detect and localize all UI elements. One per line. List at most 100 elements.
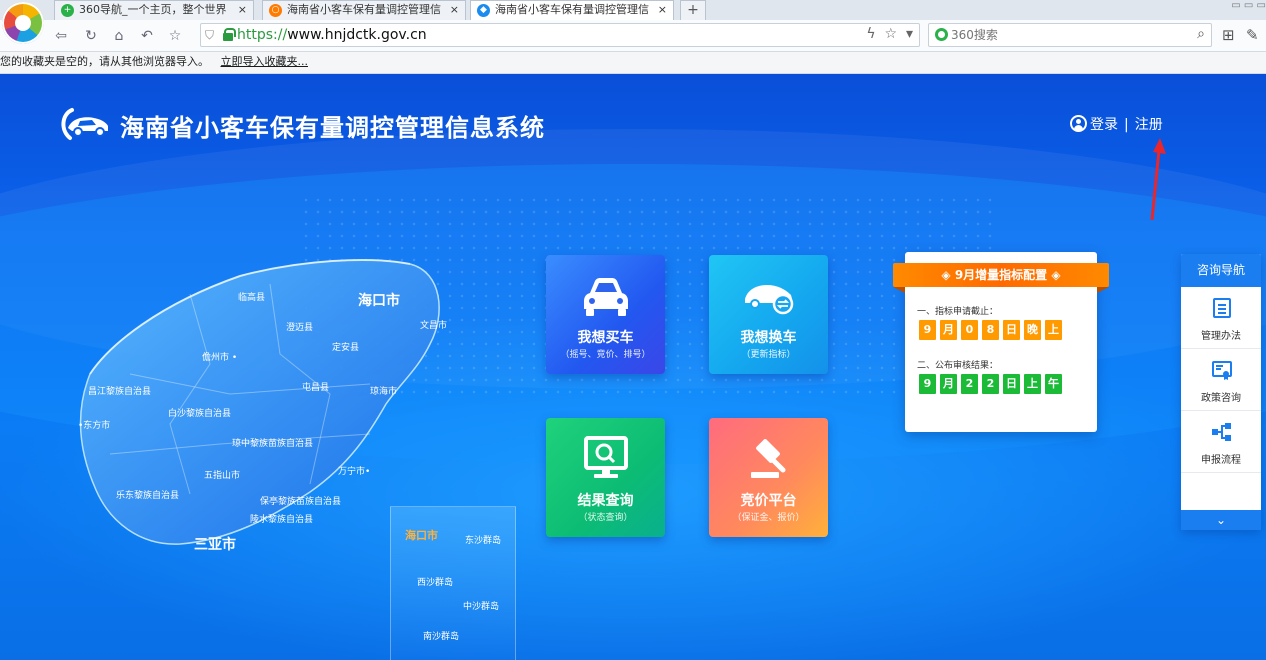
- monitor-search-icon: [584, 436, 628, 478]
- favorites-empty-text: 您的收藏夹是空的，请从其他浏览器导入。: [0, 55, 209, 68]
- date-digit: 上: [1045, 320, 1062, 340]
- swap-car-tile[interactable]: 我想换车 （更新指标）: [709, 255, 828, 374]
- date-digit: 上: [1024, 374, 1041, 394]
- map-label[interactable]: 文昌市: [420, 318, 447, 331]
- date-digit: 月: [940, 320, 957, 340]
- date-digit: 8: [982, 320, 999, 340]
- side-nav-label: 管理办法: [1201, 331, 1241, 342]
- side-nav-expand-chevron-icon[interactable]: ⌄: [1181, 510, 1261, 530]
- login-link[interactable]: 登录: [1090, 117, 1118, 133]
- browser-tab-360nav[interactable]: + 360导航_一个主页，整个世界 ×: [54, 0, 254, 20]
- auction-platform-tile[interactable]: 竞价平台 （保证金、报价）: [709, 418, 828, 537]
- tile-title: 结果查询: [577, 493, 634, 509]
- map-label[interactable]: 澄迈县: [286, 320, 313, 333]
- browser-tab-hainan-2[interactable]: ◆ 海南省小客车保有量调控管理信 ×: [470, 0, 674, 20]
- date-digit: 2: [982, 374, 999, 394]
- window-controls[interactable]: ▭ ▭ ▭: [1231, 0, 1266, 18]
- map-label[interactable]: 三亚市: [194, 534, 236, 554]
- browser-logo-icon[interactable]: [2, 2, 44, 44]
- document-icon: [1213, 298, 1231, 318]
- side-nav-label: 申报流程: [1201, 455, 1241, 466]
- inset-label: 东沙群岛: [465, 536, 502, 546]
- certificate-icon: [1212, 361, 1232, 380]
- tile-title: 我想换车: [740, 330, 797, 346]
- magnifier-icon[interactable]: ⌕: [1197, 26, 1205, 42]
- url-text: https://www.hnjdctk.gov.cn: [237, 27, 427, 43]
- gavel-icon: [751, 439, 786, 478]
- south-sea-inset-map: 海口市 东沙群岛 西沙群岛 中沙群岛 南沙群岛: [390, 506, 516, 660]
- map-label[interactable]: 定安县: [332, 340, 359, 353]
- map-label[interactable]: 昌江黎族自治县: [88, 384, 151, 397]
- tab-close-icon[interactable]: ×: [450, 1, 459, 19]
- new-tab-button[interactable]: +: [680, 0, 706, 20]
- map-label[interactable]: •东方市: [78, 418, 110, 431]
- notice-item-result: 二、公布审核结果：: [917, 361, 999, 371]
- refresh-icon[interactable]: ↻: [82, 27, 100, 45]
- map-label[interactable]: 海口市: [358, 290, 400, 310]
- lock-icon: [223, 28, 236, 41]
- tile-subtitle: （状态查询）: [578, 513, 633, 523]
- search-circle-icon: ○: [269, 4, 282, 17]
- browser-search-box[interactable]: ⌕: [928, 23, 1212, 47]
- browser-tab-bar: + 360导航_一个主页，整个世界 × ○ 海南省小客车保有量调控管理信 × ◆…: [0, 0, 1266, 20]
- notice-title-ribbon: ◈ 9月增量指标配置 ◈: [893, 263, 1109, 293]
- map-label[interactable]: 琼中黎族苗族自治县: [232, 436, 313, 449]
- address-bar: ⇦ ↻ ⌂ ↶ ☆ ⛉ https://www.hnjdctk.gov.cn ϟ…: [0, 20, 1266, 52]
- deadline-digits: 9 月 0 8 日 晚 上: [919, 320, 1062, 340]
- notice-item-deadline: 一、指标申请截止：: [917, 307, 999, 317]
- side-nav-item-management[interactable]: 管理办法: [1181, 287, 1261, 349]
- auth-links: 登录 | 注册: [1070, 114, 1163, 134]
- register-link[interactable]: 注册: [1135, 117, 1163, 133]
- date-digit: 9: [919, 374, 936, 394]
- map-label[interactable]: 陵水黎族自治县: [250, 512, 313, 525]
- tab-close-icon[interactable]: ×: [238, 1, 247, 19]
- tab-close-icon[interactable]: ×: [658, 1, 667, 19]
- date-digit: 日: [1003, 374, 1020, 394]
- result-digits: 9 月 2 2 日 上 午: [919, 374, 1062, 394]
- car-logo-icon: ◆: [477, 4, 490, 17]
- date-digit: 午: [1045, 374, 1062, 394]
- date-digit: 9: [919, 320, 936, 340]
- side-nav-item-policy[interactable]: 政策咨询: [1181, 349, 1261, 411]
- back-icon[interactable]: ⇦: [52, 27, 70, 45]
- browser-search-input[interactable]: [951, 26, 1181, 44]
- url-field[interactable]: ⛉ https://www.hnjdctk.gov.cn ϟ ☆ ▾: [200, 23, 920, 47]
- map-label[interactable]: 五指山市: [204, 468, 240, 481]
- map-label[interactable]: 乐东黎族自治县: [116, 488, 179, 501]
- favorite-star-icon[interactable]: ☆: [166, 27, 184, 45]
- flow-icon: [1212, 423, 1231, 441]
- result-query-tile[interactable]: 结果查询 （状态查询）: [546, 418, 665, 537]
- map-label[interactable]: 保亭黎族苗族自治县: [260, 494, 341, 507]
- date-digit: 晚: [1024, 320, 1041, 340]
- date-digit: 2: [961, 374, 978, 394]
- import-favorites-link[interactable]: 立即导入收藏夹...: [221, 55, 309, 68]
- map-label[interactable]: 白沙黎族自治县: [168, 406, 231, 419]
- wrench-icon[interactable]: ✎: [1246, 26, 1259, 44]
- tile-title: 我想买车: [577, 330, 634, 346]
- map-label[interactable]: 儋州市 •: [202, 350, 237, 363]
- inset-label: 西沙群岛: [417, 578, 454, 588]
- favorites-bar: 您的收藏夹是空的，请从其他浏览器导入。 立即导入收藏夹...: [0, 52, 1266, 74]
- diamond-icon: ◈: [941, 268, 951, 282]
- home-icon[interactable]: ⌂: [110, 27, 128, 45]
- map-label[interactable]: 屯昌县: [302, 380, 329, 393]
- side-nav-label: 政策咨询: [1201, 393, 1241, 404]
- lightning-star-dropdown-icons[interactable]: ϟ ☆ ▾: [866, 26, 913, 42]
- map-label[interactable]: 琼海市: [370, 384, 397, 397]
- map-label[interactable]: 万宁市•: [338, 464, 370, 477]
- auth-separator: |: [1124, 117, 1129, 133]
- side-nav-title: 咨询导航: [1181, 254, 1261, 287]
- apps-grid-icon[interactable]: ⊞: [1222, 26, 1235, 44]
- map-label[interactable]: 临高县: [238, 290, 265, 303]
- tile-subtitle: （更新指标）: [741, 350, 796, 360]
- tile-title: 竞价平台: [740, 493, 797, 509]
- undo-icon[interactable]: ↶: [138, 27, 156, 45]
- tile-subtitle: （摇号、竞价、排号）: [560, 350, 651, 360]
- inset-label-haikou: 海口市: [405, 529, 438, 542]
- side-nav-item-process[interactable]: 申报流程: [1181, 411, 1261, 473]
- car-swap-icon: [745, 285, 794, 315]
- browser-tab-hainan-1[interactable]: ○ 海南省小客车保有量调控管理信 ×: [262, 0, 466, 20]
- buy-car-tile[interactable]: 我想买车 （摇号、竞价、排号）: [546, 255, 665, 374]
- date-digit: 月: [940, 374, 957, 394]
- 360-search-icon: [935, 28, 948, 41]
